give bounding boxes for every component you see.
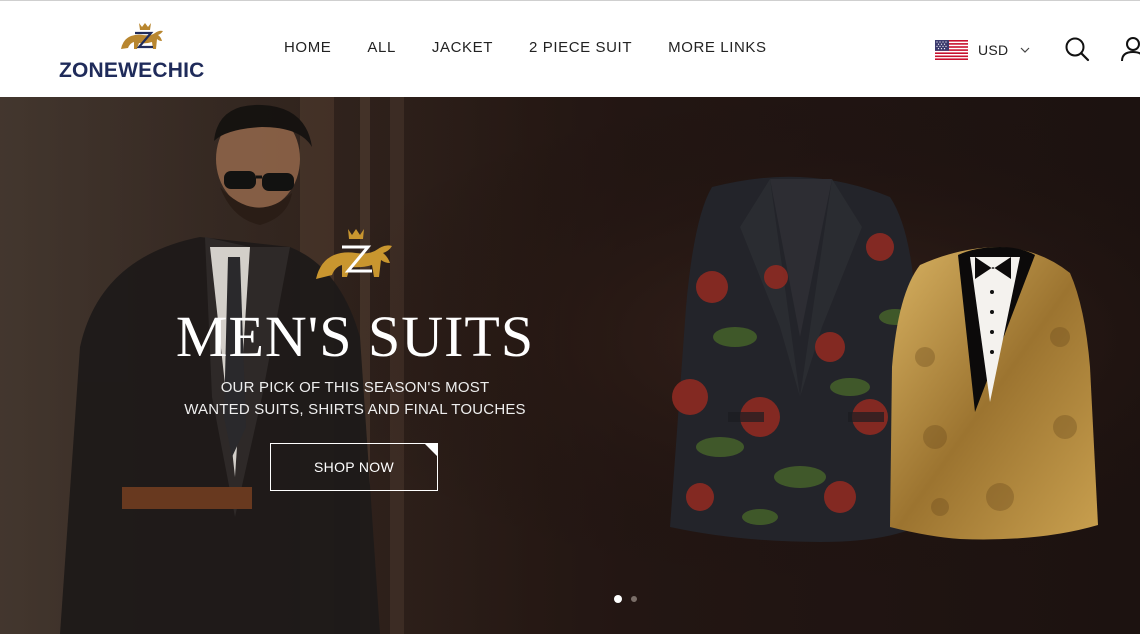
hero-subtitle-line-1: OUR PICK OF THIS SEASON'S MOST bbox=[220, 379, 490, 396]
hero-title: MEN'S SUITS bbox=[175, 304, 535, 369]
lion-crown-logo-icon bbox=[121, 23, 163, 49]
hero-text-block: MEN'S SUITS OUR PICK OF THIS SEASON'S MO… bbox=[150, 227, 560, 497]
slide-dot-2[interactable] bbox=[631, 596, 637, 602]
nav-item-2-piece-suit[interactable]: 2 PIECE SUIT bbox=[529, 39, 632, 61]
nav-item-more-links[interactable]: MORE LINKS bbox=[668, 39, 767, 61]
hero-subtitle-line-2: WANTED SUITS, SHIRTS AND FINAL TOUCHES bbox=[184, 401, 526, 418]
nav-item-all[interactable]: ALL bbox=[367, 39, 396, 61]
nav-item-home[interactable]: HOME bbox=[284, 39, 331, 61]
nav-item-jacket[interactable]: JACKET bbox=[432, 39, 493, 61]
brand-name: ZONEWECHIC bbox=[59, 59, 205, 82]
lion-crown-emblem-icon bbox=[316, 229, 392, 279]
site-header: ZONEWECHIC HOME ALL JACKET 2 PIECE SUIT … bbox=[0, 0, 1140, 97]
slide-dot-1[interactable] bbox=[614, 595, 622, 603]
user-icon[interactable] bbox=[1120, 36, 1140, 62]
hero-banner: MEN'S SUITS OUR PICK OF THIS SEASON'S MO… bbox=[0, 97, 1140, 634]
us-flag-icon bbox=[935, 40, 968, 60]
slider-pagination bbox=[614, 595, 646, 603]
corner-fold-icon bbox=[424, 443, 438, 457]
main-nav: HOME ALL JACKET 2 PIECE SUIT MORE LINKS bbox=[284, 39, 803, 61]
shop-now-label: SHOP NOW bbox=[314, 459, 394, 475]
shop-now-button[interactable]: SHOP NOW bbox=[270, 443, 438, 491]
currency-label: USD bbox=[978, 42, 1009, 58]
chevron-down-icon bbox=[1021, 47, 1030, 53]
brand-logo[interactable]: ZONEWECHIC bbox=[59, 21, 227, 82]
currency-selector[interactable]: USD bbox=[935, 39, 1030, 61]
search-icon[interactable] bbox=[1064, 36, 1090, 62]
